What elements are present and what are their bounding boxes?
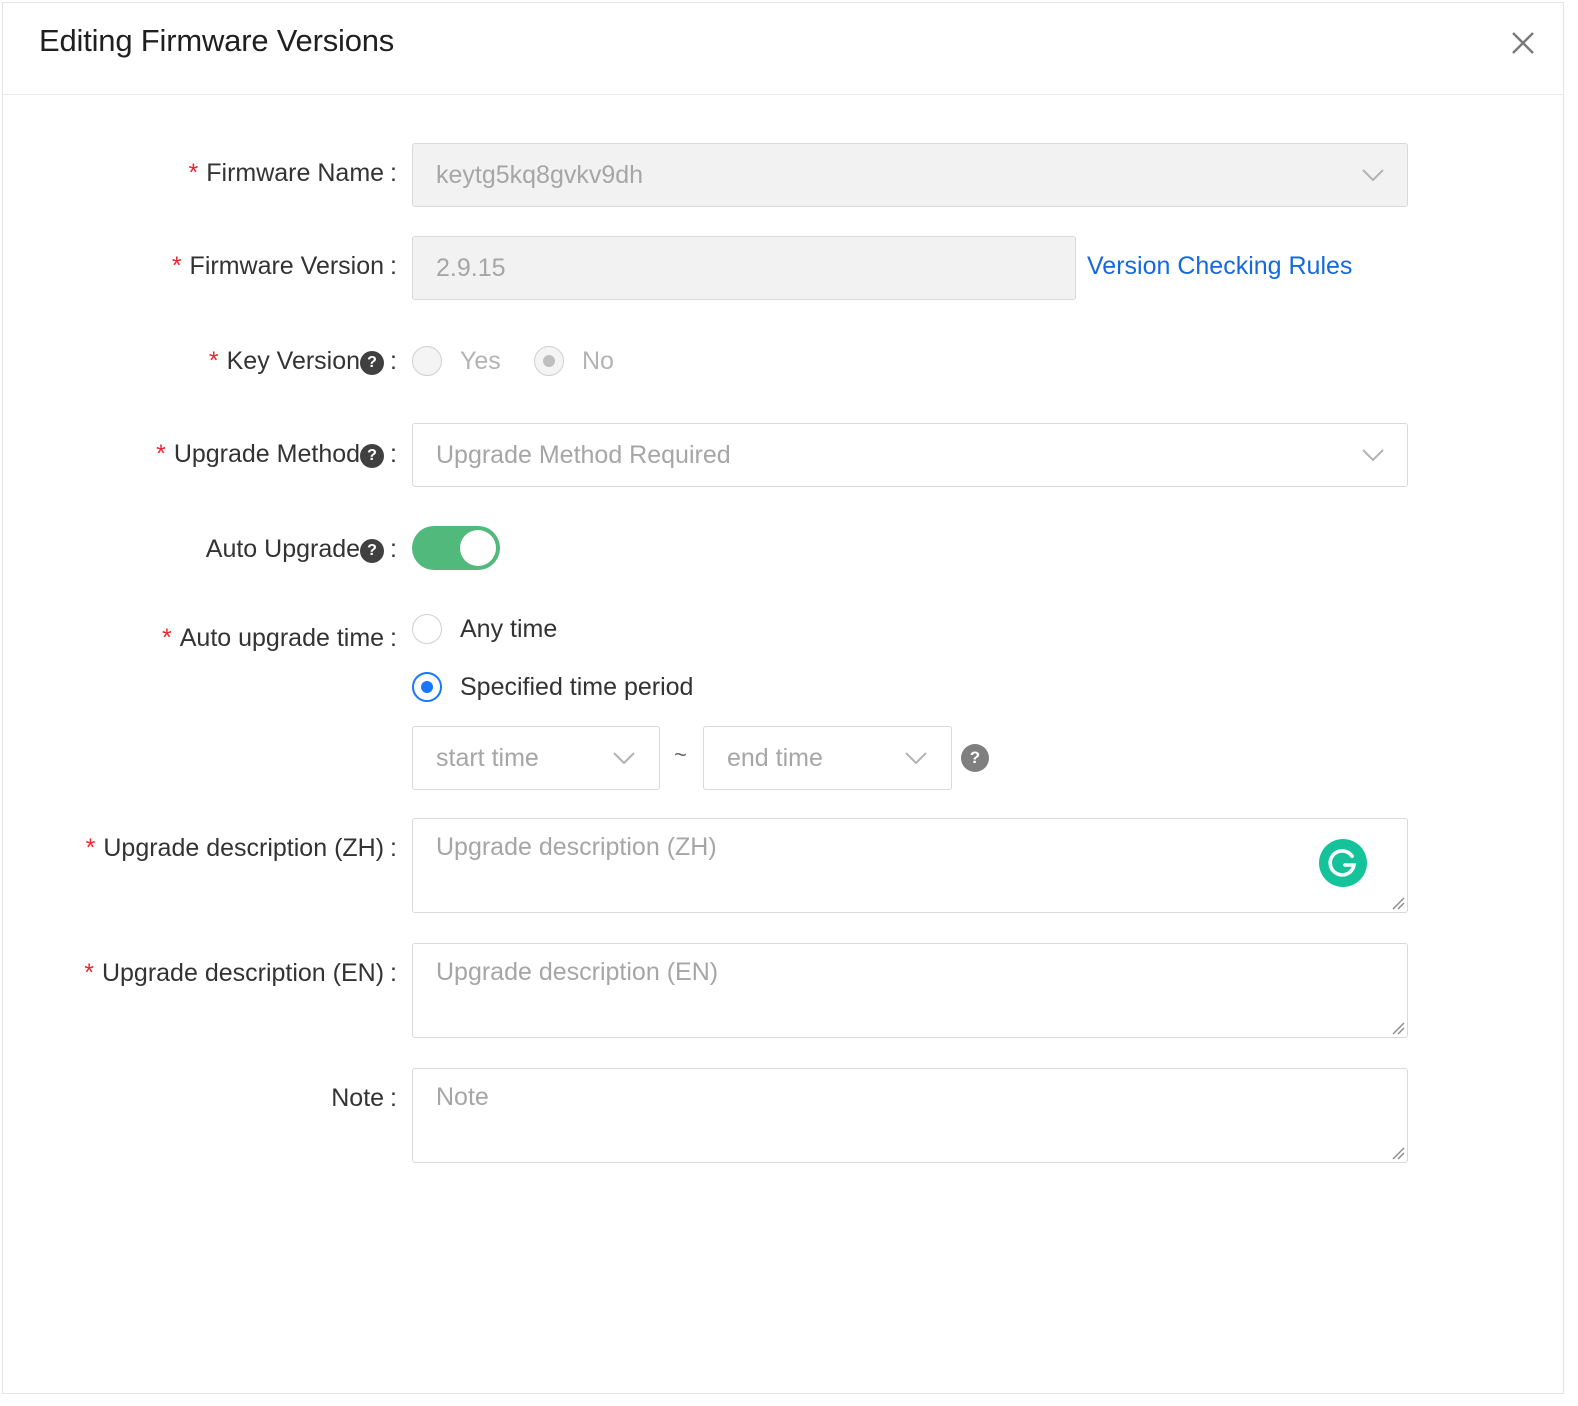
upgrade-desc-zh-label: * Upgrade description (ZH): [86,834,397,863]
firmware-name-row: * Firmware Name: keytg5kq8gvkv9dh [3,143,1565,207]
upgrade-desc-zh-placeholder: Upgrade description (ZH) [436,833,717,861]
firmware-name-label: * Firmware Name: [189,159,397,188]
upgrade-method-row: * Upgrade Method?: Upgrade Method Require… [3,423,1565,487]
help-icon[interactable]: ? [360,351,385,375]
any-time-label: Any time [460,615,558,643]
upgrade-method-select[interactable]: Upgrade Method Required [412,423,1408,487]
edit-firmware-dialog: Editing Firmware Versions * Firmware Name… [2,2,1564,1394]
chevron-down-icon [905,752,927,765]
key-version-no-label: No [582,347,614,375]
firmware-version-input[interactable]: 2.9.15 [412,236,1076,300]
label-text: Note [331,1084,385,1112]
auto-upgrade-label: Auto Upgrade?: [206,535,397,564]
label-text: Upgrade description (EN) [101,959,385,987]
label-text: Upgrade description (ZH) [103,834,385,862]
required-mark: * [171,252,182,280]
resize-handle-icon[interactable] [1389,1019,1405,1035]
resize-handle-icon[interactable] [1389,894,1405,910]
specified-period-radio[interactable] [412,672,442,702]
time-range-separator: ~ [674,742,687,767]
specified-period-label: Specified time period [460,673,694,701]
required-mark: * [156,440,166,468]
dialog-title: Editing Firmware Versions [39,23,395,58]
firmware-version-label: * Firmware Version: [172,252,397,281]
close-icon[interactable] [1505,25,1541,61]
start-time-select[interactable]: start time [412,726,660,790]
key-version-label: * Key Version?: [209,347,397,376]
end-time-placeholder: end time [727,744,823,772]
upgrade-method-placeholder: Upgrade Method Required [436,441,731,469]
firmware-version-row: * Firmware Version: 2.9.15 Version Checki… [3,236,1565,300]
label-colon: : [390,959,397,987]
switch-knob [460,530,496,566]
key-version-yes-label: Yes [460,347,501,375]
label-colon: : [390,535,397,563]
auto-upgrade-row: Auto Upgrade?: [3,523,1565,573]
version-checking-rules-link[interactable]: Version Checking Rules [1087,252,1352,281]
help-icon[interactable]: ? [360,444,385,468]
upgrade-desc-zh-textarea[interactable]: Upgrade description (ZH) [412,818,1408,913]
required-mark: * [208,347,219,375]
note-textarea[interactable]: Note [412,1068,1408,1163]
note-row: Note: Note [3,1068,1565,1163]
upgrade-desc-en-textarea[interactable]: Upgrade description (EN) [412,943,1408,1038]
required-mark: * [162,624,172,652]
label-colon: : [390,1084,397,1112]
help-icon[interactable]: ? [360,539,385,563]
upgrade-method-label: * Upgrade Method?: [156,440,397,469]
resize-handle-icon[interactable] [1389,1144,1405,1160]
required-mark: * [84,959,94,987]
end-time-select[interactable]: end time [703,726,952,790]
chevron-down-icon [1362,169,1384,182]
required-mark: * [85,834,96,862]
firmware-version-value: 2.9.15 [436,254,506,282]
label-text: Key Version [226,347,361,375]
label-colon: : [390,834,397,862]
note-label: Note: [331,1084,397,1113]
label-colon: : [390,347,397,375]
label-text: Firmware Name [206,159,385,187]
label-text: Auto upgrade time [179,624,385,652]
start-time-placeholder: start time [436,744,539,772]
grammarly-icon[interactable] [1319,839,1367,887]
upgrade-desc-en-placeholder: Upgrade description (EN) [436,958,719,986]
label-colon: : [390,159,397,187]
chevron-down-icon [1362,449,1384,462]
note-placeholder: Note [436,1083,489,1111]
key-version-yes-radio[interactable] [412,346,442,376]
time-period-help-icon[interactable]: ? [961,744,989,772]
label-colon: : [390,440,397,468]
auto-upgrade-switch[interactable] [412,526,500,570]
label-text: Upgrade Method [173,440,361,468]
upgrade-desc-en-label: * Upgrade description (EN): [84,959,397,988]
label-text: Auto Upgrade [205,535,361,563]
required-mark: * [188,159,199,187]
auto-upgrade-time-row: * Auto upgrade time: Any time Specified t… [3,608,1565,793]
label-colon: : [390,624,397,652]
upgrade-desc-en-row: * Upgrade description (EN): Upgrade descr… [3,943,1565,1038]
key-version-no-radio[interactable] [534,346,564,376]
label-text: Firmware Version [189,252,385,280]
chevron-down-icon [613,752,635,765]
firmware-name-select[interactable]: keytg5kq8gvkv9dh [412,143,1408,207]
auto-upgrade-time-label: * Auto upgrade time: [162,624,397,653]
upgrade-desc-zh-row: * Upgrade description (ZH): Upgrade descr… [3,818,1565,913]
label-colon: : [390,252,397,280]
key-version-row: * Key Version?: Yes No [3,333,1565,393]
any-time-radio[interactable] [412,614,442,644]
dialog-header: Editing Firmware Versions [3,3,1563,95]
firmware-name-value: keytg5kq8gvkv9dh [436,161,644,189]
